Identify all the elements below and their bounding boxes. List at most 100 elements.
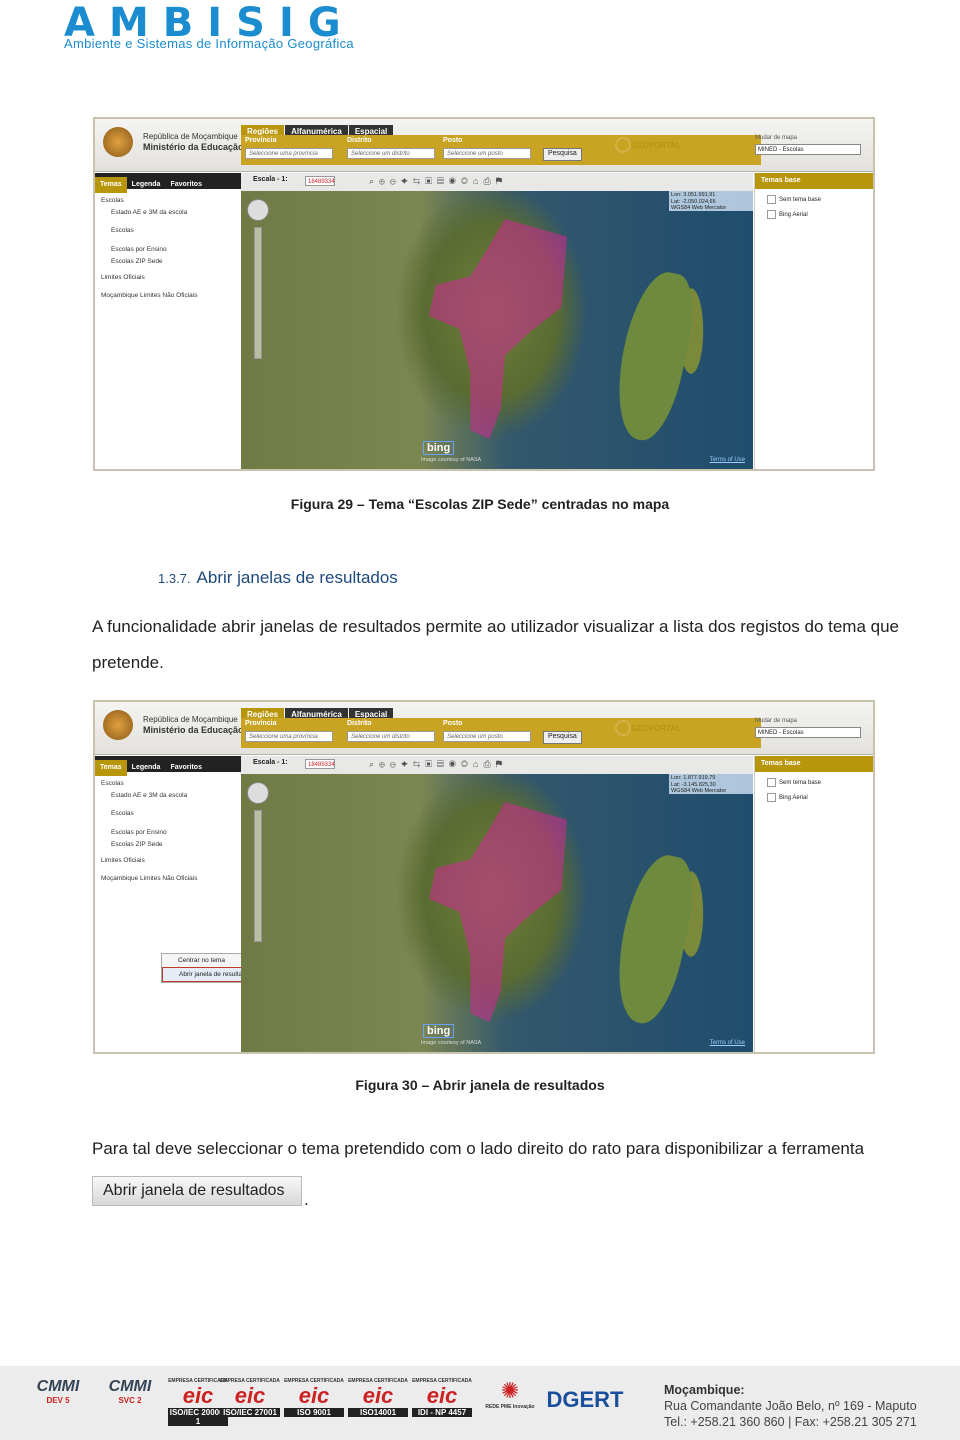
- distrito-label: Distrito: [347, 137, 372, 144]
- posto-select[interactable]: Seleccione um posto: [443, 148, 531, 159]
- tree-item[interactable]: Escolas por Ensino: [101, 827, 197, 839]
- cmmi-dev-logo: CMMI DEV 5: [36, 1378, 80, 1405]
- contact-fax: Fax: +258.21 305 271: [794, 1415, 917, 1429]
- scale-label: Escala - 1:: [253, 176, 288, 183]
- base-themes-panel: Temas base Sem tema base Bing Aerial: [754, 173, 873, 469]
- pesquisa-button[interactable]: Pesquisa: [543, 731, 582, 744]
- geoportal-logo-icon: [615, 720, 631, 736]
- madagascar-land: [606, 849, 702, 1029]
- eic-cert-logo: EMPRESA CERTIFICADA eic ISO/IEC 20000-1: [168, 1378, 228, 1426]
- tree-item[interactable]: Escolas ZIP Sede: [101, 256, 197, 268]
- tree-item[interactable]: Estado AE e 3M da escola: [101, 790, 197, 802]
- section-heading: 1.3.7. Abrir janelas de resultados: [158, 568, 398, 588]
- tab-temas[interactable]: Temas: [95, 177, 127, 193]
- zoom-control[interactable]: [247, 782, 269, 962]
- mozambique-schools-layer: [429, 219, 567, 439]
- geoportal-label: GEOPORTAL: [631, 141, 682, 150]
- footer: CMMI DEV 5 CMMI SVC 2 EMPRESA CERTIFICADA e…: [0, 1366, 960, 1440]
- company-tagline: Ambiente e Sistemas de Informação Geográ…: [64, 36, 354, 51]
- toolbar-icons[interactable]: ⌕⊕⊖✦⇆▣▤◉◎⌂⎙⚑: [369, 759, 507, 770]
- toolbar-icons[interactable]: ⌕⊕⊖✦⇆▣▤◉◎⌂⎙⚑: [369, 176, 507, 187]
- contact-country: Moçambique:: [664, 1383, 745, 1397]
- tree-item[interactable]: Escolas: [101, 808, 197, 820]
- distrito-select[interactable]: Seleccione um distrito: [347, 731, 435, 742]
- contact-address: Rua Comandante João Belo, nº 169 - Maput…: [664, 1399, 917, 1413]
- tree-item[interactable]: Escolas por Ensino: [101, 244, 197, 256]
- provincia-label: Província: [245, 137, 277, 144]
- theme-tree: Escolas Estado AE e 3M da escola Escolas…: [101, 778, 197, 885]
- map-toolbar: Escala - 1: 18489334 ⌕⊕⊖✦⇆▣▤◉◎⌂⎙⚑: [241, 173, 753, 192]
- posto-select[interactable]: Seleccione um posto: [443, 731, 531, 742]
- checkbox-icon[interactable]: [767, 195, 776, 204]
- figure-30-caption: Figura 30 – Abrir janela de resultados: [355, 1077, 605, 1093]
- left-panel: Temas Legenda Favoritos Escolas Estado AE …: [95, 756, 289, 1052]
- base-themes-title: Temas base: [755, 173, 873, 189]
- scale-input[interactable]: 18489334: [305, 176, 335, 186]
- coat-of-arms-icon: [103, 127, 133, 157]
- bing-logo: bing: [423, 1024, 455, 1038]
- republic-text: República de Moçambique: [143, 132, 238, 141]
- tree-item[interactable]: Escolas ZIP Sede: [101, 839, 197, 851]
- base-themes-panel: Temas base Sem tema base Bing Aerial: [754, 756, 873, 1052]
- zoom-slider[interactable]: [254, 810, 262, 942]
- terms-link[interactable]: Terms of Use: [710, 1040, 745, 1046]
- geoportal-logo-icon: [615, 137, 631, 153]
- image-courtesy: Image courtesy of NASA: [421, 457, 482, 463]
- tree-item[interactable]: Limites Oficiais: [101, 272, 197, 284]
- base-item-bing: Bing Aerial: [779, 212, 808, 219]
- tree-item[interactable]: Escolas: [101, 195, 197, 207]
- theme-tree: Escolas Estado AE e 3M da escola Escolas…: [101, 195, 197, 302]
- paragraph-1: A funcionalidade abrir janelas de result…: [92, 617, 900, 672]
- base-item-sem: Sem tema base: [779, 197, 822, 204]
- tab-legenda[interactable]: Legenda: [127, 177, 166, 193]
- rede-pme-logo: ✺ REDE PME Inovação: [485, 1378, 535, 1410]
- distrito-select[interactable]: Seleccione um distrito: [347, 148, 435, 159]
- madagascar-land: [606, 266, 702, 446]
- scale-input[interactable]: 18489334: [305, 759, 335, 769]
- tree-item[interactable]: Escolas: [101, 778, 197, 790]
- section-title: Abrir janelas de resultados: [196, 568, 398, 587]
- pan-icon[interactable]: [247, 199, 269, 221]
- tab-legenda[interactable]: Legenda: [127, 760, 166, 776]
- dgert-logo: DGERT: [546, 1387, 624, 1412]
- zoom-control[interactable]: [247, 199, 269, 379]
- provincia-select[interactable]: Seleccione uma província: [245, 731, 333, 742]
- checkbox-icon[interactable]: [767, 210, 776, 219]
- figure-30-screenshot: República de Moçambique Ministério da Edu…: [93, 700, 875, 1054]
- tree-item[interactable]: Moçambique Limites Não Oficiais: [101, 290, 197, 302]
- tab-temas[interactable]: Temas: [95, 760, 127, 776]
- figure-29-caption: Figura 29 – Tema “Escolas ZIP Sede” cent…: [290, 496, 670, 512]
- coat-of-arms-icon: [103, 710, 133, 740]
- tab-favoritos[interactable]: Favoritos: [165, 177, 207, 193]
- eic-cert-logo: EMPRESA CERTIFICADA eic ISO/IEC 27001: [220, 1378, 280, 1417]
- checkbox-icon[interactable]: [767, 793, 776, 802]
- tree-item[interactable]: Limites Oficiais: [101, 855, 197, 867]
- abrir-resultados-button: Abrir janela de resultados: [92, 1176, 302, 1206]
- map-select[interactable]: MINED - Escolas: [755, 727, 861, 738]
- tree-item[interactable]: Estado AE e 3M da escola: [101, 207, 197, 219]
- pesquisa-button[interactable]: Pesquisa: [543, 148, 582, 161]
- filter-bar: Província Distrito Posto Seleccione uma …: [241, 135, 761, 165]
- map-view[interactable]: Lon: 3.051.991,91 Lat: -2.050.024,65 WGS84…: [241, 191, 753, 469]
- posto-label: Posto: [443, 137, 463, 144]
- provincia-select[interactable]: Seleccione uma província: [245, 148, 333, 159]
- map-select[interactable]: MINED - Escolas: [755, 144, 861, 155]
- figure-29-screenshot: República de Moçambique Ministério da Edu…: [93, 117, 875, 471]
- cmmi-svc-logo: CMMI SVC 2: [108, 1378, 152, 1405]
- terms-link[interactable]: Terms of Use: [710, 457, 745, 463]
- coordinate-readout: Lon: 1.877.919,79 Lat: -3.145.825,30 WGS84…: [669, 774, 753, 794]
- left-panel: Temas Legenda Favoritos Escolas Estado AE …: [95, 173, 241, 469]
- pan-icon[interactable]: [247, 782, 269, 804]
- contact-phone: Tel.: +258.21 360 860: [664, 1415, 785, 1429]
- zoom-slider[interactable]: [254, 227, 262, 359]
- tree-item[interactable]: Escolas: [101, 225, 197, 237]
- nav-tabs: Regiões Alfanumérica Espacial: [241, 121, 394, 139]
- coordinate-readout: Lon: 3.051.991,91 Lat: -2.050.024,65 WGS84…: [669, 191, 753, 211]
- checkbox-icon[interactable]: [767, 778, 776, 787]
- tree-item[interactable]: Moçambique Limites Não Oficiais: [101, 873, 197, 885]
- map-toolbar: Escala - 1: 18489334 ⌕⊕⊖✦⇆▣▤◉◎⌂⎙⚑: [241, 756, 753, 775]
- gis-header: República de Moçambique Ministério da Edu…: [95, 119, 873, 172]
- map-view[interactable]: Lon: 1.877.919,79 Lat: -3.145.825,30 WGS84…: [241, 774, 753, 1052]
- map-select-label: Mudar de mapa: [755, 135, 798, 141]
- tab-favoritos[interactable]: Favoritos: [165, 760, 207, 776]
